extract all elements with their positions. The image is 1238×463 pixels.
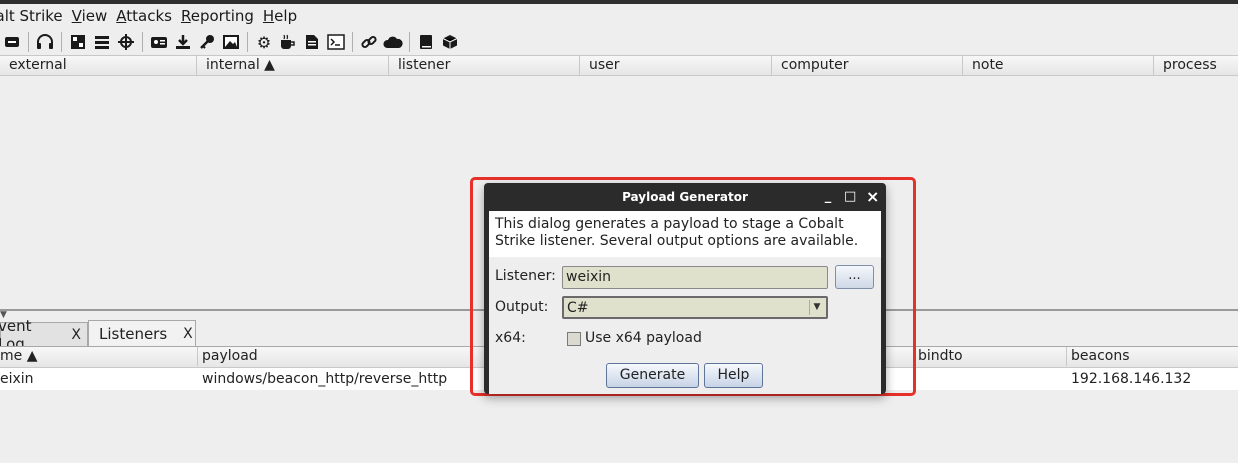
credentials-icon[interactable] <box>147 30 171 54</box>
document-icon[interactable] <box>300 30 324 54</box>
column-process[interactable]: process <box>1154 56 1238 75</box>
book-icon[interactable] <box>414 30 438 54</box>
dialog-body: This dialog generates a payload to stage… <box>489 211 881 394</box>
session-table-icon[interactable] <box>90 30 114 54</box>
toolbar-separator <box>61 32 62 52</box>
bottom-tabs: vent Log X Listeners X <box>0 317 196 353</box>
console-icon[interactable] <box>324 30 348 54</box>
output-label: Output: <box>495 299 549 315</box>
toolbar-separator <box>247 32 248 52</box>
package-icon[interactable] <box>438 30 462 54</box>
menu-attacks-mnemonic: A <box>116 7 127 25</box>
menu-help[interactable]: Help <box>263 7 297 25</box>
column-bindto[interactable]: bindto <box>914 347 1067 366</box>
dialog-window-controls: _ □ × <box>822 183 880 211</box>
column-computer[interactable]: computer <box>772 56 963 75</box>
column-listener[interactable]: listener <box>389 56 580 75</box>
toolbar-separator <box>28 32 29 52</box>
menubar: balt Strike View Attacks Reporting Help <box>0 4 1238 28</box>
output-select-value: C# <box>567 300 589 316</box>
column-external[interactable]: external <box>0 56 197 75</box>
menu-reporting[interactable]: Reporting <box>181 7 254 25</box>
column-name[interactable]: me ▲ <box>0 347 198 366</box>
headphones-icon[interactable] <box>33 30 57 54</box>
link-icon[interactable] <box>357 30 381 54</box>
help-button[interactable]: Help <box>704 363 763 388</box>
tab-listeners[interactable]: Listeners X <box>88 320 196 346</box>
menu-view-mnemonic: V <box>71 7 82 25</box>
x64-label: x64: <box>495 330 526 346</box>
menu-help-mnemonic: H <box>262 7 275 25</box>
generate-button[interactable]: Generate <box>606 363 699 388</box>
menu-attacks[interactable]: Attacks <box>116 7 172 25</box>
cloud-icon[interactable] <box>381 30 405 54</box>
cell-name: eixin <box>0 371 34 387</box>
output-select[interactable]: C# ▼ <box>562 296 828 319</box>
tab-event-log[interactable]: vent Log X <box>0 317 88 353</box>
dialog-description: This dialog generates a payload to stage… <box>489 211 881 257</box>
sessions-table-header: external internal ▲ listener user comput… <box>0 55 1238 76</box>
column-beacons[interactable]: beacons <box>1067 347 1238 366</box>
column-internal[interactable]: internal ▲ <box>197 56 389 75</box>
cell-bindto <box>914 368 1067 390</box>
toolbar-separator <box>142 32 143 52</box>
x64-checkbox[interactable] <box>567 332 581 346</box>
download-icon[interactable] <box>171 30 195 54</box>
toolbar-separator <box>352 32 353 52</box>
dialog-title: Payload Generator <box>622 190 748 204</box>
pivot-graph-icon[interactable] <box>66 30 90 54</box>
close-icon[interactable]: × <box>866 183 879 211</box>
toolbar: ⚙ <box>0 28 1238 56</box>
screenshot-icon[interactable] <box>219 30 243 54</box>
payload-generator-dialog: Payload Generator _ □ × This dialog gene… <box>484 183 886 394</box>
target-icon[interactable] <box>114 30 138 54</box>
chevron-down-icon[interactable]: ▼ <box>809 300 824 315</box>
minus-icon[interactable] <box>0 30 24 54</box>
listener-field[interactable]: weixin <box>562 266 828 289</box>
column-user[interactable]: user <box>580 56 772 75</box>
x64-checkbox-label[interactable]: Use x64 payload <box>585 330 702 346</box>
column-note[interactable]: note <box>963 56 1154 75</box>
tab-event-log-close-icon[interactable]: X <box>71 327 81 343</box>
minimize-icon[interactable]: _ <box>822 183 834 211</box>
listener-label: Listener: <box>495 268 556 284</box>
menu-view[interactable]: View <box>72 7 108 25</box>
toolbar-separator <box>409 32 410 52</box>
menu-cobalt-strike[interactable]: balt Strike <box>0 7 63 25</box>
tab-listeners-label: Listeners <box>99 324 168 343</box>
browse-listener-button[interactable]: ... <box>835 265 874 289</box>
coffee-icon[interactable] <box>276 30 300 54</box>
key-icon[interactable] <box>195 30 219 54</box>
menu-reporting-mnemonic: R <box>180 7 191 25</box>
cell-beacons: 192.168.146.132 <box>1071 371 1192 387</box>
maximize-icon[interactable]: □ <box>844 183 856 211</box>
dialog-titlebar[interactable]: Payload Generator _ □ × <box>484 183 886 211</box>
settings-icon[interactable]: ⚙ <box>252 30 276 54</box>
tab-listeners-close-icon[interactable]: X <box>183 326 193 342</box>
sessions-table: external internal ▲ listener user comput… <box>0 55 1238 76</box>
